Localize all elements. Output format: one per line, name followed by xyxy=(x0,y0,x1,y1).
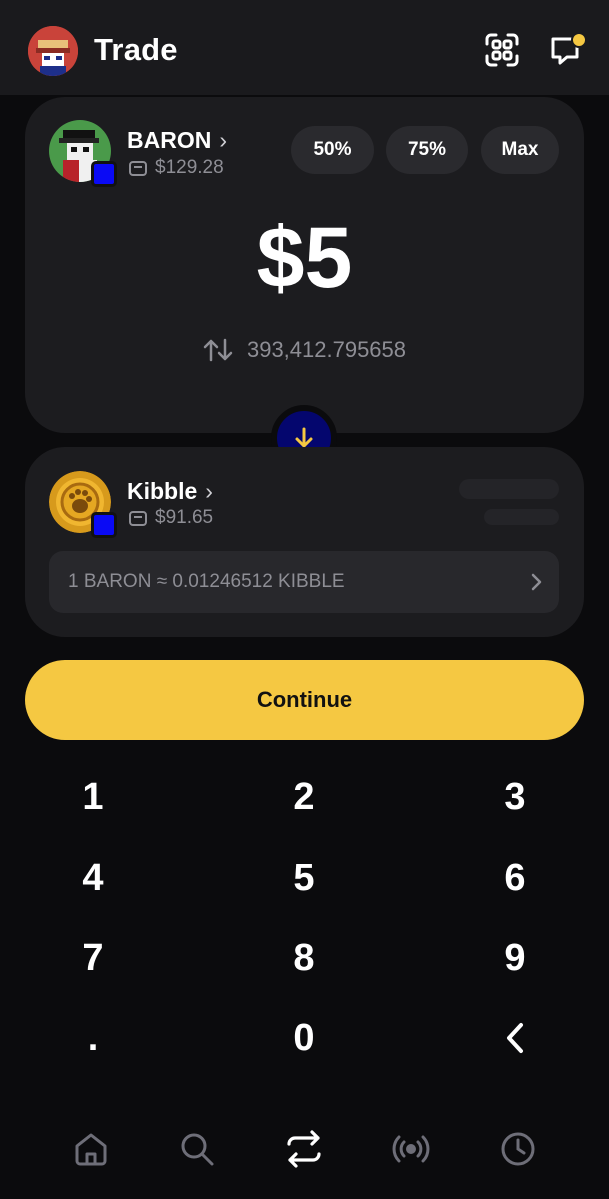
sell-token-selector[interactable]: BARON › xyxy=(127,127,227,154)
max-button[interactable]: Max xyxy=(481,126,559,174)
exchange-rate-row[interactable]: 1 BARON ≈ 0.01246512 KIBBLE xyxy=(49,551,559,613)
chevron-right-icon xyxy=(531,573,542,591)
keypad-key-decimal[interactable]: . xyxy=(33,1003,153,1073)
app-header: Trade xyxy=(0,0,609,95)
keypad-key-3[interactable]: 3 xyxy=(455,762,575,832)
avatar[interactable] xyxy=(28,26,78,76)
trade-amount: $5 xyxy=(256,210,353,306)
loading-placeholder xyxy=(484,509,559,525)
percent-75-button[interactable]: 75% xyxy=(386,126,468,174)
wallet-icon xyxy=(129,510,147,526)
chevron-right-icon: › xyxy=(205,478,213,504)
arrow-down-icon xyxy=(295,427,313,448)
chain-badge-icon xyxy=(91,512,117,538)
search-icon[interactable] xyxy=(178,1130,216,1168)
keypad-key-7[interactable]: 7 xyxy=(33,923,153,993)
converted-amount: 393,412.795658 xyxy=(246,337,407,362)
percent-50-button[interactable]: 50% xyxy=(291,126,374,174)
page-title: Trade xyxy=(94,32,178,67)
buy-token-balance-row: $91.65 xyxy=(129,507,213,529)
buy-card: Kibble › $91.65 1 BARON ≈ 0.01246512 KIBB… xyxy=(25,447,584,637)
sell-card: BARON › $129.28 50% 75% Max $5 393,412.79… xyxy=(25,97,584,433)
scan-qr-icon[interactable] xyxy=(485,33,519,67)
keypad-key-5[interactable]: 5 xyxy=(244,843,364,913)
buy-token-name: Kibble xyxy=(127,478,198,504)
swap-icon[interactable] xyxy=(285,1130,323,1168)
keypad-key-6[interactable]: 6 xyxy=(455,843,575,913)
buy-token-balance: $91.65 xyxy=(155,507,214,528)
loading-placeholder xyxy=(459,479,559,499)
keypad-key-9[interactable]: 9 xyxy=(455,923,575,993)
toggle-units-icon xyxy=(203,338,233,362)
chevron-left-icon xyxy=(507,1023,523,1053)
broadcast-icon[interactable] xyxy=(392,1130,430,1168)
chain-badge-icon xyxy=(91,161,117,187)
keypad-key-1[interactable]: 1 xyxy=(33,762,153,832)
keypad-key-4[interactable]: 4 xyxy=(33,843,153,913)
sell-token-balance: $129.28 xyxy=(155,157,224,178)
keypad-backspace-button[interactable] xyxy=(455,1003,575,1073)
continue-button[interactable]: Continue xyxy=(25,660,584,740)
keypad-key-2[interactable]: 2 xyxy=(244,762,364,832)
buy-token-selector[interactable]: Kibble › xyxy=(127,478,213,505)
clock-icon[interactable] xyxy=(499,1130,537,1168)
home-icon[interactable] xyxy=(72,1130,110,1168)
sell-token-name: BARON xyxy=(127,127,212,153)
sell-token-balance-row: $129.28 xyxy=(129,157,224,179)
notification-dot xyxy=(571,32,587,48)
converted-amount-row[interactable]: 393,412.795658 xyxy=(25,337,584,363)
keypad-key-8[interactable]: 8 xyxy=(244,923,364,993)
wallet-icon xyxy=(129,160,147,176)
chevron-right-icon: › xyxy=(219,127,228,153)
keypad-key-0[interactable]: 0 xyxy=(244,1003,364,1073)
exchange-rate: 1 BARON ≈ 0.01246512 KIBBLE xyxy=(68,571,345,592)
